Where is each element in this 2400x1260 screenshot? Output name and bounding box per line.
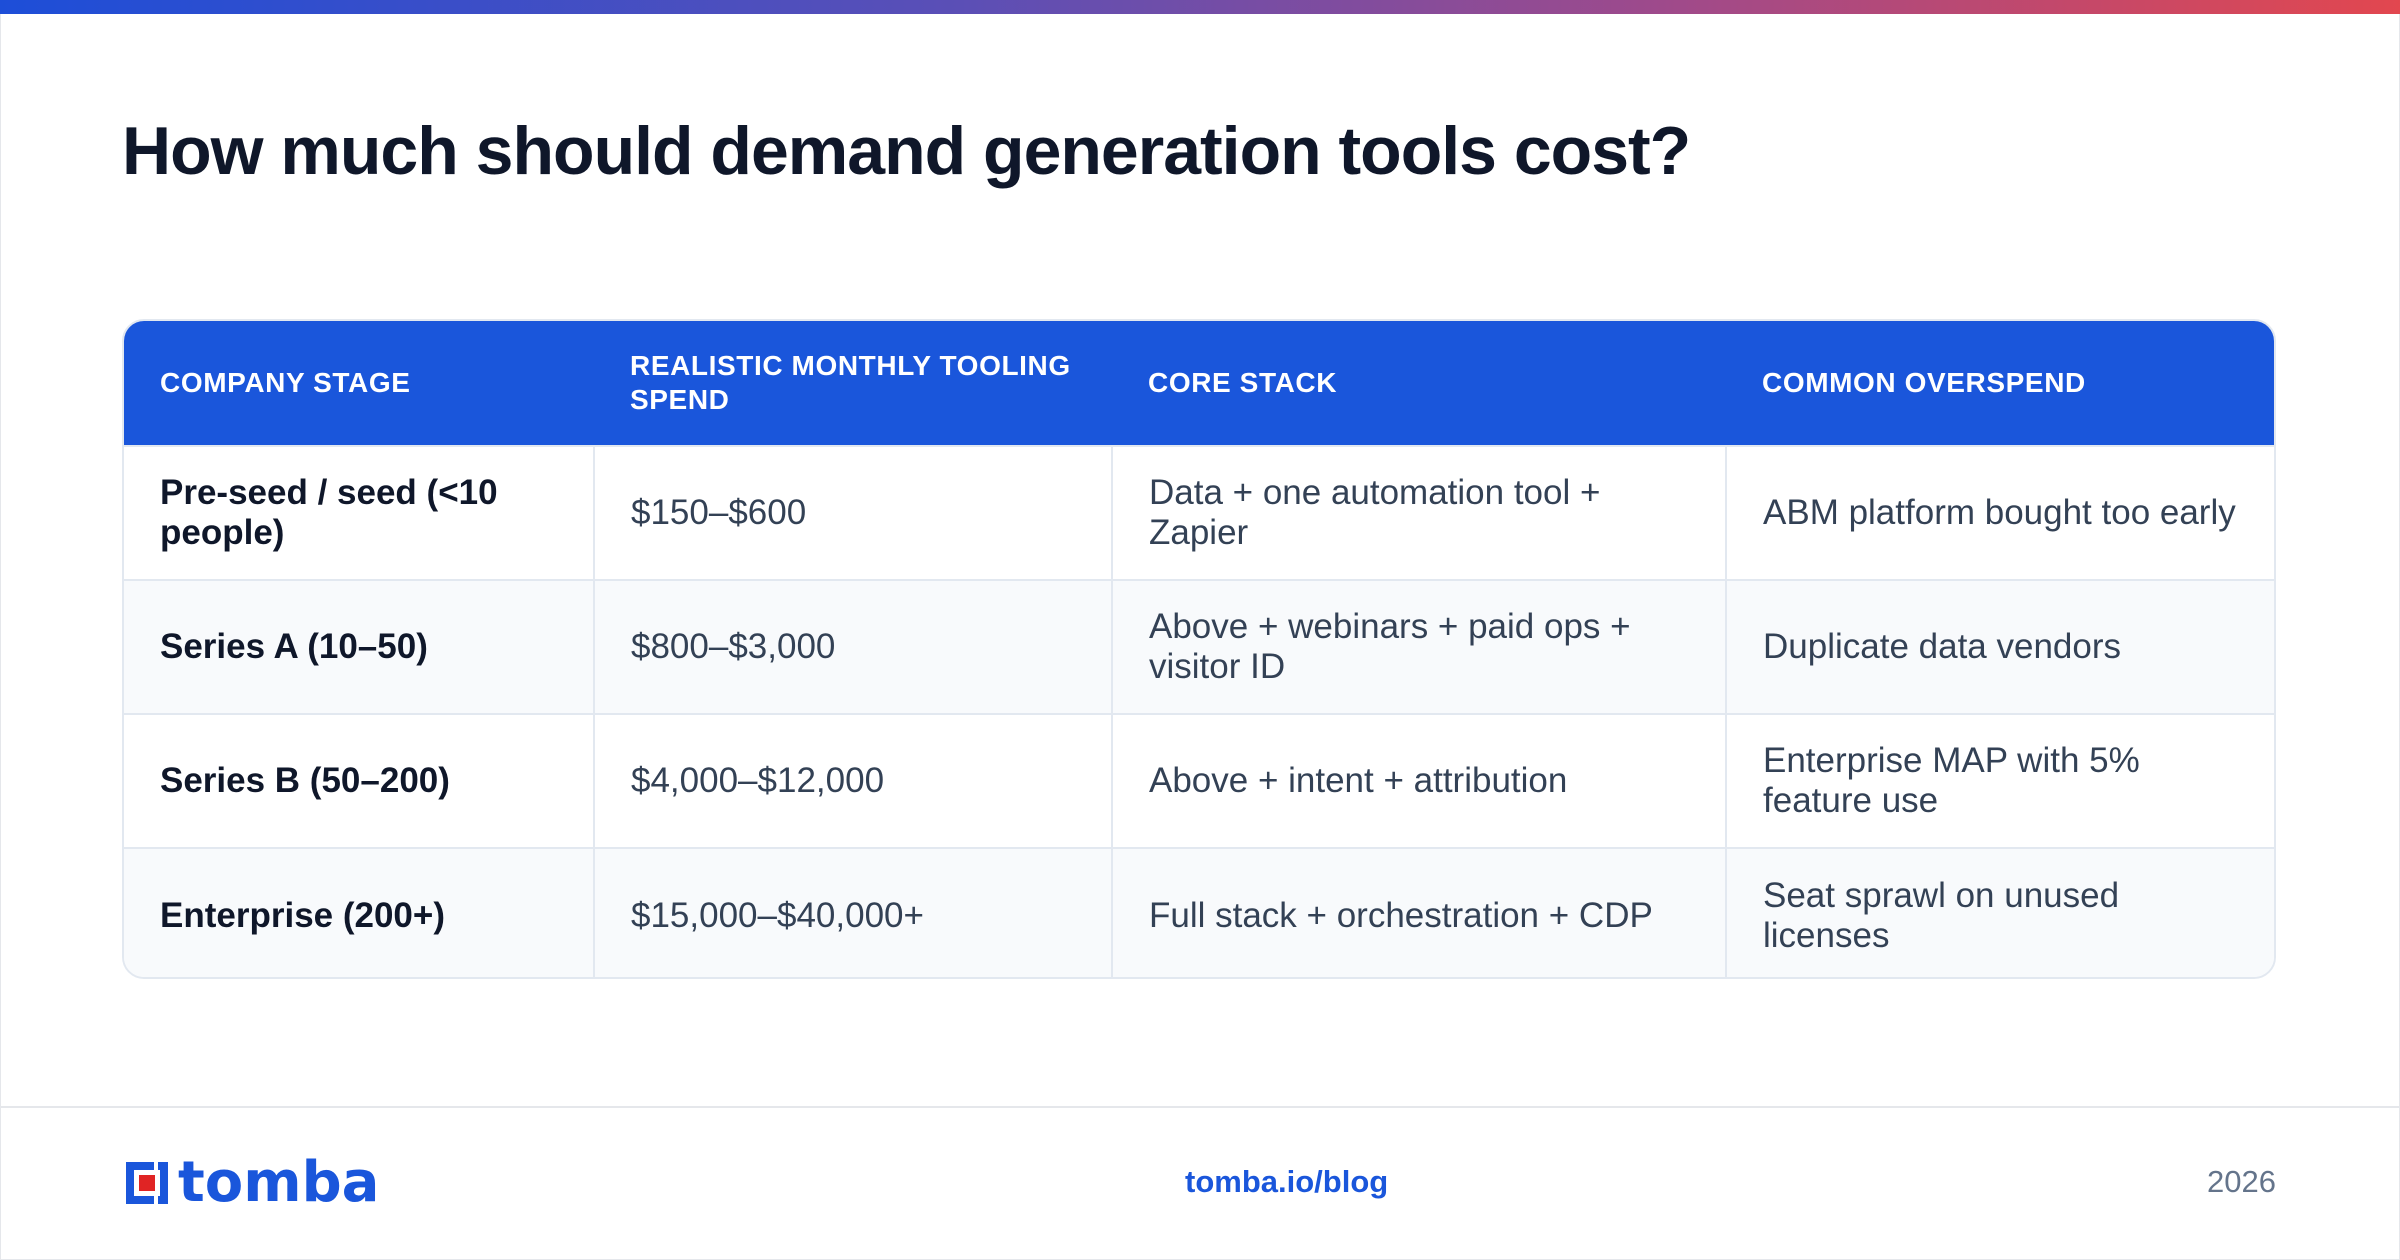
table-row: Series A (10–50) $800–$3,000 Above + web… — [124, 579, 2274, 714]
footer-divider — [0, 1106, 2400, 1108]
table-row: Pre-seed / seed (<10 people) $150–$600 D… — [124, 445, 2274, 580]
cell-core-stack: Data + one automation tool + Zapier — [1111, 445, 1726, 580]
table-row: Series B (50–200) $4,000–$12,000 Above +… — [124, 713, 2274, 848]
cell-monthly-spend: $800–$3,000 — [593, 579, 1112, 714]
cell-monthly-spend: $150–$600 — [593, 445, 1112, 580]
pricing-table-container: COMPANY STAGE REALISTIC MONTHLY TOOLING … — [122, 319, 2276, 979]
header-common-overspend: COMMON OVERSPEND — [1762, 367, 2086, 398]
gradient-top-bar — [0, 0, 2400, 14]
cell-core-stack: Above + intent + attribution — [1111, 713, 1726, 848]
cell-company-stage: Series B (50–200) — [124, 713, 594, 848]
tomba-logo[interactable]: tomba — [122, 1155, 379, 1211]
cell-core-stack: Above + webinars + paid ops + visitor ID — [1111, 579, 1726, 714]
header-company-stage: COMPANY STAGE — [160, 367, 411, 398]
pricing-table: COMPANY STAGE REALISTIC MONTHLY TOOLING … — [124, 321, 2274, 977]
cell-common-overspend: ABM platform bought too early — [1725, 445, 2274, 580]
cell-monthly-spend: $15,000–$40,000+ — [593, 847, 1112, 977]
footer-year: 2026 — [2207, 1164, 2276, 1199]
tomba-logo-icon — [126, 1162, 168, 1204]
page-title: How much should demand generation tools … — [122, 113, 1691, 189]
table-header-row: COMPANY STAGE REALISTIC MONTHLY TOOLING … — [124, 321, 2274, 446]
logo-wordmark: tomba — [178, 1150, 380, 1215]
header-core-stack: CORE STACK — [1148, 367, 1338, 398]
cell-common-overspend: Seat sprawl on unused licenses — [1725, 847, 2274, 977]
blog-link[interactable]: tomba.io/blog — [1185, 1164, 1388, 1200]
cell-company-stage: Enterprise (200+) — [124, 847, 594, 977]
cell-company-stage: Pre-seed / seed (<10 people) — [124, 445, 594, 580]
cell-common-overspend: Duplicate data vendors — [1725, 579, 2274, 714]
header-monthly-spend: REALISTIC MONTHLY TOOLING SPEND — [630, 350, 1071, 415]
cell-common-overspend: Enterprise MAP with 5% feature use — [1725, 713, 2274, 848]
table-row: Enterprise (200+) $15,000–$40,000+ Full … — [124, 847, 2274, 977]
cell-company-stage: Series A (10–50) — [124, 579, 594, 714]
cell-core-stack: Full stack + orchestration + CDP — [1111, 847, 1726, 977]
cell-monthly-spend: $4,000–$12,000 — [593, 713, 1112, 848]
